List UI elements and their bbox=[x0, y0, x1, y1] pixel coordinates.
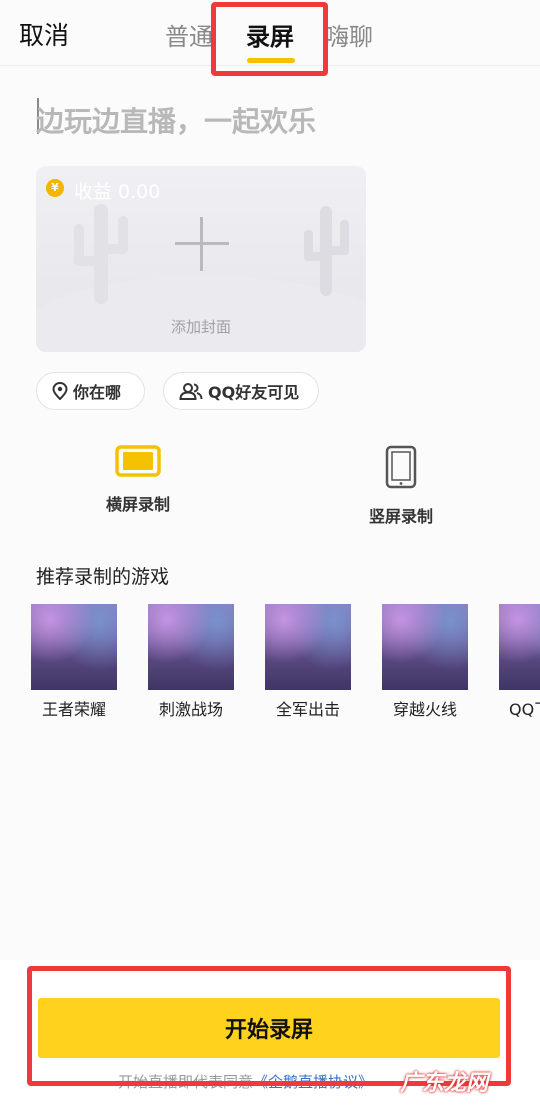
visibility-chip-label: QQ好友可见 bbox=[208, 383, 300, 402]
game-item[interactable]: 刺激战场 bbox=[148, 604, 234, 720]
tab-chat[interactable]: 嗨聊 bbox=[325, 17, 373, 52]
landscape-phone-icon bbox=[115, 445, 161, 477]
coin-icon: ¥ bbox=[46, 179, 64, 197]
recommended-games-title: 推荐录制的游戏 bbox=[36, 566, 170, 588]
game-name: 刺激战场 bbox=[158, 700, 223, 719]
location-chip[interactable]: 你在哪 bbox=[36, 372, 145, 410]
friends-icon bbox=[179, 383, 203, 400]
game-thumbnail bbox=[148, 604, 234, 690]
watermark: 广东龙网 bbox=[400, 1071, 489, 1096]
cover-upload-card[interactable]: ¥ 收益 0.00 添加封面 bbox=[36, 166, 366, 352]
portrait-record-option[interactable]: 竖屏录制 bbox=[351, 445, 451, 527]
earnings-label: 收益 0.00 bbox=[74, 181, 161, 203]
game-item[interactable]: QQ飞车 bbox=[499, 604, 540, 720]
game-thumbnail bbox=[31, 604, 117, 690]
landscape-record-option[interactable]: 横屏录制 bbox=[88, 445, 188, 515]
landscape-record-label: 横屏录制 bbox=[105, 495, 170, 514]
location-pin-icon bbox=[52, 382, 68, 400]
location-chip-label: 你在哪 bbox=[73, 383, 122, 402]
visibility-chip[interactable]: QQ好友可见 bbox=[163, 372, 319, 410]
game-name: 全军出击 bbox=[275, 700, 340, 719]
add-cover-label: 添加封面 bbox=[170, 318, 231, 336]
game-item[interactable]: 穿越火线 bbox=[382, 604, 468, 720]
cactus-illustration bbox=[304, 206, 349, 296]
game-thumbnail bbox=[382, 604, 468, 690]
tab-highlight-box bbox=[211, 2, 328, 76]
stream-title-input[interactable]: 边玩边直播，一起欢乐 bbox=[36, 100, 316, 140]
game-name: QQ飞车 bbox=[509, 700, 540, 719]
game-item[interactable]: 全军出击 bbox=[265, 604, 351, 720]
cancel-button[interactable]: 取消 bbox=[19, 16, 69, 52]
add-icon bbox=[200, 217, 203, 271]
game-thumbnail bbox=[265, 604, 351, 690]
portrait-record-label: 竖屏录制 bbox=[368, 507, 433, 526]
game-name: 王者荣耀 bbox=[41, 700, 106, 719]
game-thumbnail bbox=[499, 604, 540, 690]
game-item[interactable]: 王者荣耀 bbox=[31, 604, 117, 720]
cactus-illustration bbox=[74, 204, 128, 304]
portrait-phone-icon bbox=[385, 445, 417, 489]
record-screen-page: 取消 普通 录屏 嗨聊 边玩边直播，一起欢乐 ¥ 收益 0.00 添加封面 你在… bbox=[0, 0, 540, 1105]
tab-normal[interactable]: 普通 bbox=[165, 17, 215, 52]
game-name: 穿越火线 bbox=[392, 700, 457, 719]
